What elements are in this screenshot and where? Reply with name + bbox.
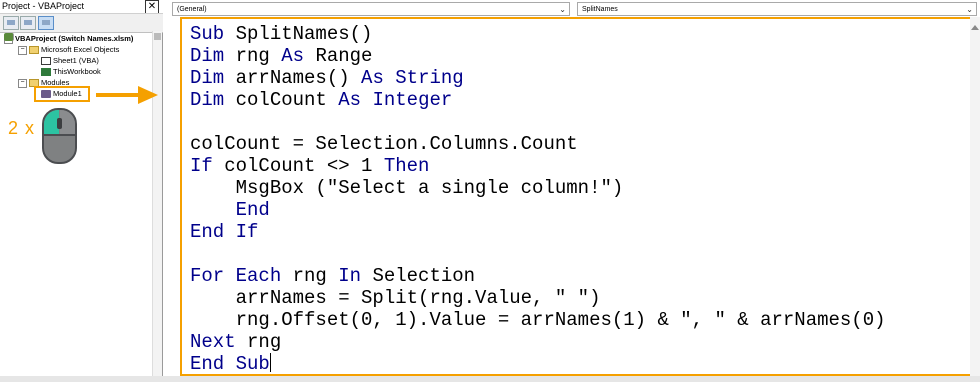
project-explorer-pane: Project - VBAProject ✕ −VBAProject (Swit…: [0, 0, 163, 382]
module1-highlight-box: [34, 86, 90, 102]
arrow-head-icon: [138, 86, 158, 104]
code-keyword: In: [338, 265, 362, 287]
tree-label-thisworkbook: ThisWorkbook: [53, 67, 101, 76]
code-token: arrNames(): [224, 67, 362, 89]
code-keyword: Sub: [190, 23, 225, 45]
code-token: colCount: [224, 89, 339, 111]
project-pane-title: Project - VBAProject: [0, 0, 163, 13]
code-token: colCount <> 1: [212, 155, 384, 177]
code-token: rng: [235, 331, 282, 353]
code-line[interactable]: MsgBox ("Select a single column!"): [190, 177, 624, 199]
mouse-divider: [44, 134, 75, 136]
code-keyword: End: [235, 199, 270, 221]
code-line[interactable]: rng.Offset(0, 1).Value = arrNames(1) & "…: [190, 309, 886, 331]
code-keyword: As: [361, 67, 384, 89]
code-line[interactable]: End If: [190, 221, 258, 243]
code-window: (General) ⌄ SplitNames ⌄ Sub SplitNames(…: [166, 0, 980, 382]
code-keyword: As: [338, 89, 362, 111]
mouse-wheel: [57, 118, 62, 129]
code-line[interactable]: Dim rng As Range: [190, 45, 372, 67]
code-token: rng.Offset(0, 1).Value = arrNames(1) & "…: [190, 309, 886, 331]
code-text[interactable]: Sub SplitNames() Dim rng As Range Dim ar…: [190, 23, 886, 375]
code-token: colCount = Selection.Columns.Count: [190, 133, 578, 155]
code-line[interactable]: colCount = Selection.Columns.Count: [190, 133, 578, 155]
chevron-down-icon[interactable]: ⌄: [966, 3, 973, 17]
mouse-icon: [42, 108, 77, 164]
project-scrollbar[interactable]: [152, 31, 162, 382]
folder-icon: [29, 46, 39, 55]
tree-node-project[interactable]: −VBAProject (Switch Names.xlsm): [4, 33, 133, 44]
view-code-button[interactable]: [3, 16, 19, 30]
code-line[interactable]: End: [190, 199, 270, 221]
vbaproject-icon: [4, 33, 14, 41]
code-line[interactable]: arrNames = Split(rng.Value, " "): [190, 287, 601, 309]
pointer-arrow-icon: [96, 93, 140, 97]
tree-node-thisworkbook[interactable]: ThisWorkbook: [41, 66, 101, 77]
toggle-folders-button[interactable]: [38, 16, 54, 30]
code-token: SplitNames(): [224, 23, 373, 45]
double-click-label: 2 x: [8, 118, 36, 138]
code-token: MsgBox ("Select a single column!"): [190, 177, 624, 199]
tree-node-sheet1[interactable]: Sheet1 (VBA): [41, 55, 99, 66]
code-keyword: For Each: [190, 265, 282, 287]
worksheet-icon: [41, 57, 51, 66]
tree-label-excel-objects: Microsoft Excel Objects: [41, 45, 120, 54]
code-token: Selection: [361, 265, 476, 287]
code-keyword: String: [395, 67, 464, 89]
code-keyword: Dim: [190, 67, 225, 89]
code-token: Range: [304, 45, 373, 67]
code-keyword: Next: [190, 331, 236, 353]
code-keyword: Dim: [190, 89, 225, 111]
scroll-up-icon[interactable]: [154, 33, 161, 40]
code-keyword: End Sub: [190, 353, 270, 375]
text-caret: [269, 353, 271, 372]
code-keyword: Integer: [372, 89, 453, 111]
object-dropdown[interactable]: (General) ⌄: [172, 2, 570, 16]
procedure-dropdown-value: SplitNames: [582, 6, 618, 13]
code-keyword: End If: [190, 221, 259, 243]
code-token: arrNames = Split(rng.Value, " "): [190, 287, 601, 309]
code-line[interactable]: Next rng: [190, 331, 281, 353]
object-dropdown-value: (General): [177, 6, 207, 13]
tree-label-sheet1: Sheet1 (VBA): [53, 56, 99, 65]
code-keyword: If: [190, 155, 213, 177]
code-keyword: As: [281, 45, 305, 67]
tree-node-excel-objects[interactable]: − Microsoft Excel Objects: [18, 44, 119, 55]
code-scrollbar[interactable]: [970, 17, 980, 376]
code-token: rng: [224, 45, 282, 67]
close-icon[interactable]: ✕: [145, 0, 159, 14]
code-keyword: Then: [383, 155, 430, 177]
code-line[interactable]: Dim arrNames() As String: [190, 67, 464, 89]
code-editor[interactable]: Sub SplitNames() Dim rng As Range Dim ar…: [180, 17, 980, 376]
code-line[interactable]: For Each rng In Selection: [190, 265, 475, 287]
mouse-right-button: [60, 110, 75, 134]
horizontal-scrollbar[interactable]: [0, 376, 980, 382]
tree-label-project: VBAProject (Switch Names.xlsm): [15, 34, 134, 43]
collapse-toggle[interactable]: −: [18, 45, 27, 55]
code-token: rng: [281, 265, 339, 287]
project-toolbar: [0, 13, 163, 33]
workbook-icon: [41, 68, 51, 77]
code-line[interactable]: End Sub: [190, 353, 271, 375]
code-line[interactable]: Dim colCount As Integer: [190, 89, 452, 111]
code-keyword: Dim: [190, 45, 225, 67]
code-line[interactable]: Sub SplitNames(): [190, 23, 372, 45]
scroll-up-icon[interactable]: [971, 25, 979, 30]
view-object-button[interactable]: [20, 16, 36, 30]
procedure-dropdown[interactable]: SplitNames ⌄: [577, 2, 977, 16]
chevron-down-icon[interactable]: ⌄: [559, 3, 566, 17]
collapse-toggle[interactable]: −: [18, 78, 27, 88]
code-line[interactable]: If colCount <> 1 Then: [190, 155, 429, 177]
